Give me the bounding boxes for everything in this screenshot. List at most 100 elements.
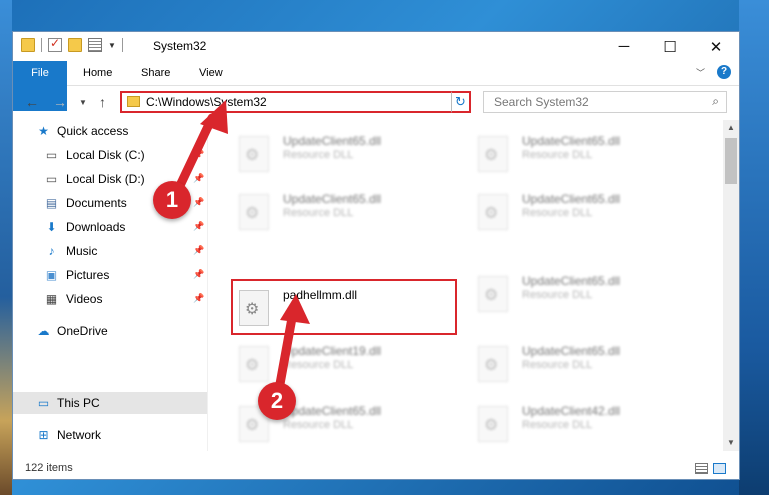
- ribbon-right-controls: ﹀ ?: [696, 65, 731, 79]
- file-name: UpdateClient65.dll: [283, 192, 382, 206]
- forward-arrow-icon[interactable]: →: [53, 94, 67, 110]
- scrollbar-thumb[interactable]: [725, 138, 737, 184]
- maximize-button[interactable]: ☐: [647, 32, 693, 61]
- help-icon[interactable]: ?: [717, 65, 731, 79]
- sidebar-item-label: Pictures: [66, 268, 110, 282]
- dll-file-icon: [239, 346, 269, 382]
- file-type: Resource DLL: [522, 289, 593, 301]
- search-icon[interactable]: ⌕: [712, 94, 719, 109]
- sidebar-item-this-pc[interactable]: ▭ This PC: [13, 392, 207, 414]
- properties-check-icon[interactable]: [48, 36, 62, 52]
- file-type: Resource DLL: [283, 419, 354, 431]
- pictures-icon: ▣: [45, 267, 58, 282]
- pin-icon[interactable]: 📌: [193, 197, 204, 208]
- sidebar-item-quick-access[interactable]: ★ Quick access: [13, 120, 207, 142]
- sidebar-item-label: Downloads: [66, 220, 126, 234]
- film-icon: ▦: [45, 291, 58, 306]
- refresh-icon[interactable]: ↻: [451, 91, 471, 113]
- file-type: Resource DLL: [522, 207, 593, 219]
- window-title: System32: [153, 39, 207, 53]
- drive-icon: ▭: [45, 147, 58, 162]
- monitor-icon: ▭: [37, 395, 50, 410]
- sidebar-item-downloads[interactable]: ⬇ Downloads 📌: [13, 216, 207, 238]
- address-path[interactable]: C:\Windows\System32: [146, 95, 267, 109]
- desktop-background-left: [0, 0, 12, 495]
- tab-home[interactable]: Home: [73, 61, 122, 85]
- file-item[interactable]: UpdateClient65.dll Resource DLL: [235, 128, 457, 178]
- recent-locations-icon[interactable]: ▼: [79, 98, 87, 107]
- back-arrow-icon[interactable]: ←: [25, 94, 39, 110]
- search-input[interactable]: Search System32: [494, 95, 589, 109]
- file-type: Resource DLL: [522, 419, 593, 431]
- navigation-bar: ← → ▼ ↑ C:\Windows\System32 ﹀ ↻ Search S…: [13, 86, 739, 119]
- address-folder-icon: [127, 96, 140, 107]
- dll-file-icon: [478, 406, 508, 442]
- new-folder-icon[interactable]: [68, 38, 82, 52]
- scroll-down-icon[interactable]: ▼: [723, 435, 739, 451]
- close-button[interactable]: ✕: [693, 32, 739, 61]
- download-arrow-icon: ⬇: [46, 219, 57, 234]
- folder-icon: [21, 38, 35, 52]
- up-arrow-icon[interactable]: ↑: [99, 94, 106, 110]
- dll-file-icon: [478, 276, 508, 312]
- pin-icon[interactable]: 📌: [193, 245, 204, 256]
- vertical-scrollbar[interactable]: ▲ ▼: [723, 120, 739, 451]
- customize-toolbar-icon[interactable]: [88, 38, 102, 52]
- expand-ribbon-chevron-icon[interactable]: ﹀: [696, 66, 705, 79]
- pin-icon[interactable]: 📌: [193, 293, 204, 304]
- sidebar-item-label: Quick access: [57, 124, 129, 138]
- sidebar-item-onedrive[interactable]: ☁ OneDrive: [13, 320, 207, 342]
- sidebar-item-local-disk-c[interactable]: ▭ Local Disk (C:) 📌: [13, 144, 207, 166]
- details-view-icon[interactable]: [695, 463, 708, 474]
- file-item[interactable]: UpdateClient65.dll Resource DLL: [474, 338, 696, 388]
- highlight-box-file: [231, 279, 457, 335]
- status-bar: 122 items: [13, 458, 739, 480]
- file-item[interactable]: UpdateClient65.dll Resource DLL: [474, 268, 696, 318]
- pin-icon[interactable]: 📌: [193, 149, 204, 160]
- scroll-up-icon[interactable]: ▲: [723, 120, 739, 136]
- sidebar-item-label: Local Disk (C:): [66, 148, 145, 162]
- sidebar-item-videos[interactable]: ▦ Videos 📌: [13, 288, 207, 310]
- quick-access-toolbar: ▼: [21, 36, 123, 52]
- sidebar-item-pictures[interactable]: ▣ Pictures 📌: [13, 264, 207, 286]
- toolbar-separator: [41, 38, 42, 52]
- sidebar-item-network[interactable]: ⊞ Network: [13, 424, 207, 446]
- file-type: Resource DLL: [522, 359, 593, 371]
- tab-share[interactable]: Share: [131, 61, 180, 85]
- desktop-background-right: [739, 0, 769, 495]
- file-item[interactable]: UpdateClient19.dll Resource DLL: [235, 338, 457, 388]
- sidebar-item-label: Documents: [66, 196, 127, 210]
- sidebar-item-label: Local Disk (D:): [66, 172, 145, 186]
- large-icons-view-icon[interactable]: [713, 463, 726, 474]
- file-name: UpdateClient42.dll: [522, 404, 621, 418]
- pin-icon[interactable]: 📌: [193, 269, 204, 280]
- file-item[interactable]: UpdateClient65.dll Resource DLL: [474, 186, 696, 236]
- minimize-button[interactable]: ─: [601, 32, 647, 61]
- file-type: Resource DLL: [283, 149, 354, 161]
- toolbar-dropdown-icon[interactable]: ▼: [108, 41, 116, 50]
- file-name: UpdateClient65.dll: [522, 344, 621, 358]
- sidebar-item-music[interactable]: ♪ Music 📌: [13, 240, 207, 262]
- file-name: UpdateClient65.dll: [283, 134, 382, 148]
- documents-icon: ▤: [45, 195, 58, 210]
- file-name: UpdateClient65.dll: [522, 274, 621, 288]
- file-name: UpdateClient65.dll: [522, 192, 621, 206]
- file-item[interactable]: UpdateClient42.dll Resource DLL: [474, 398, 696, 448]
- file-item[interactable]: UpdateClient65.dll Resource DLL: [474, 128, 696, 178]
- file-explorer-window: ▼ System32 ─ ☐ ✕ File Home Share View ﹀ …: [12, 31, 740, 480]
- file-item[interactable]: UpdateClient65.dll Resource DLL: [235, 186, 457, 236]
- drive-icon: ▭: [45, 171, 58, 186]
- pin-icon[interactable]: 📌: [193, 221, 204, 232]
- network-icon: ⊞: [38, 427, 49, 442]
- star-icon: ★: [38, 123, 49, 138]
- sidebar-item-label: Videos: [66, 292, 103, 306]
- tab-view[interactable]: View: [189, 61, 233, 85]
- sidebar-item-label: OneDrive: [57, 324, 108, 338]
- search-box[interactable]: Search System32 ⌕: [483, 91, 727, 113]
- cloud-icon: ☁: [37, 323, 50, 338]
- window-controls: ─ ☐ ✕: [601, 32, 739, 61]
- pane-divider: [207, 120, 208, 451]
- title-bar: ▼ System32 ─ ☐ ✕: [13, 32, 739, 61]
- address-bar[interactable]: C:\Windows\System32 ﹀: [120, 91, 471, 113]
- pin-icon[interactable]: 📌: [193, 173, 204, 184]
